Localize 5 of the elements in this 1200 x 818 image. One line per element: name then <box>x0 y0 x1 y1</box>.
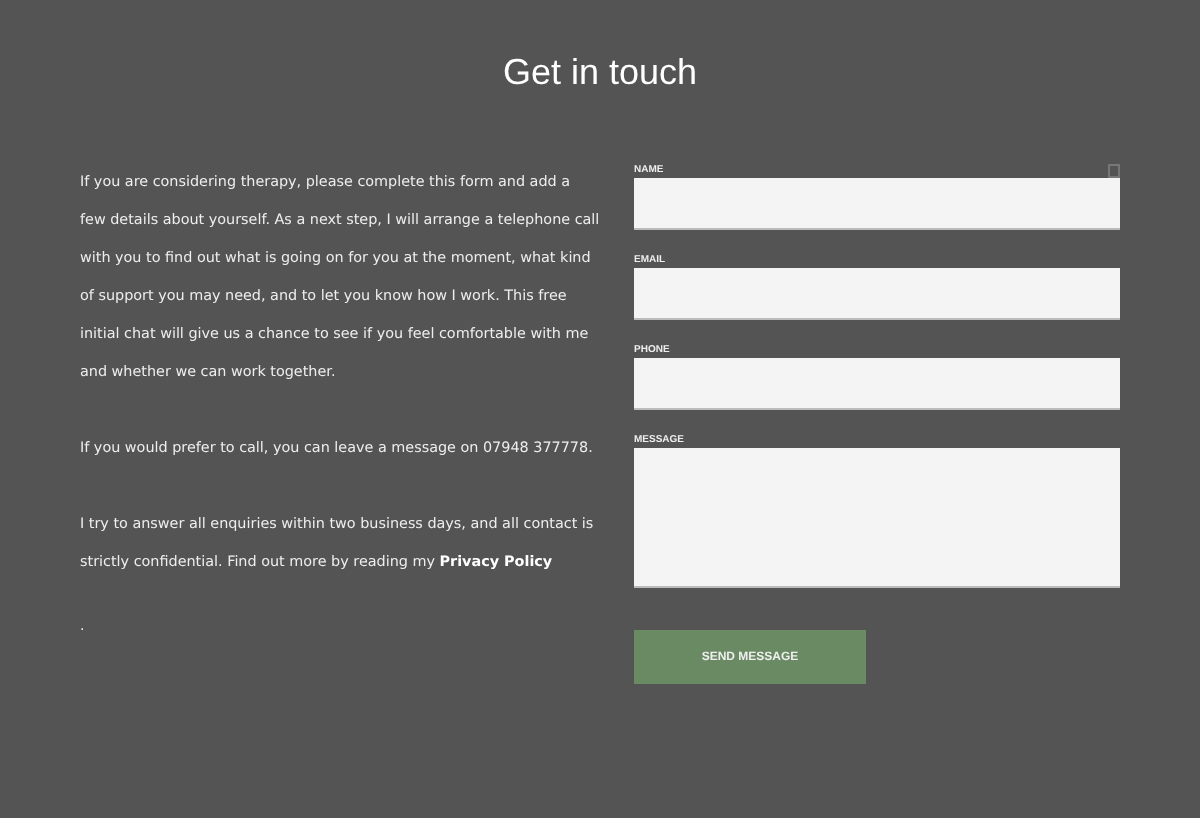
input-field[interactable] <box>634 358 1120 410</box>
input-field[interactable] <box>634 268 1120 320</box>
input-field[interactable] <box>634 178 1120 230</box>
page-title: Get in touch <box>500 52 700 94</box>
message-field[interactable] <box>634 448 1120 588</box>
